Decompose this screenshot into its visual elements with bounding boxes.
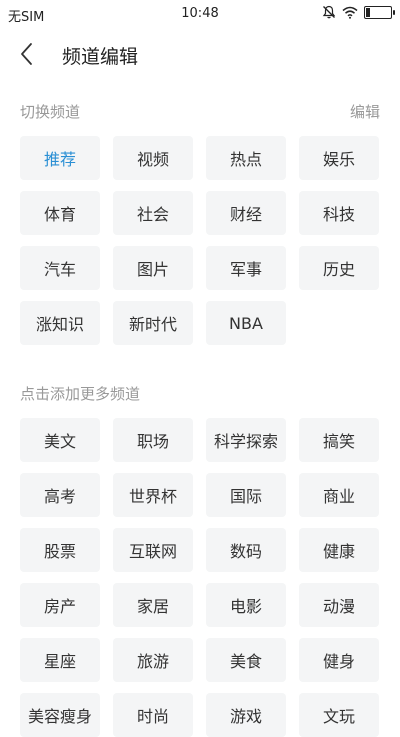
- my-channel-chip[interactable]: 历史: [299, 246, 379, 290]
- more-channel-chip[interactable]: 时尚: [113, 693, 193, 737]
- back-chevron-icon[interactable]: [14, 40, 42, 68]
- my-channel-chip-label: 军事: [229, 260, 262, 279]
- my-channels-header: 切换频道 编辑: [20, 101, 380, 122]
- edit-button[interactable]: 编辑: [350, 101, 380, 122]
- my-channel-chip[interactable]: 涨知识: [20, 301, 100, 345]
- my-channel-chip[interactable]: 财经: [206, 191, 286, 235]
- my-channel-chip[interactable]: 图片: [113, 246, 193, 290]
- more-channel-chip-label: 文玩: [322, 707, 355, 726]
- more-channel-chip-label: 时尚: [136, 707, 169, 726]
- more-channel-chip-label: 美食: [229, 652, 262, 671]
- my-channel-chip[interactable]: 汽车: [20, 246, 100, 290]
- more-channel-chip-label: 商业: [322, 487, 355, 506]
- more-channel-chip[interactable]: 数码: [206, 528, 286, 572]
- more-channel-chip-label: 电影: [229, 597, 262, 616]
- battery-icon: [364, 5, 395, 19]
- battery-level: [366, 7, 370, 17]
- more-channel-chip[interactable]: 互联网: [113, 528, 193, 572]
- more-channel-chip[interactable]: 科学探索: [206, 418, 286, 462]
- more-channel-chip[interactable]: 星座: [20, 638, 100, 682]
- more-channel-chip[interactable]: 动漫: [299, 583, 379, 627]
- more-channel-chip[interactable]: 股票: [20, 528, 100, 572]
- my-channel-chip-label: 社会: [136, 205, 169, 224]
- more-channel-chip-label: 旅游: [136, 652, 169, 671]
- more-channel-chip[interactable]: 房产: [20, 583, 100, 627]
- my-channel-chip-label: 历史: [322, 260, 355, 279]
- more-channel-chip[interactable]: 商业: [299, 473, 379, 517]
- more-channel-chip-label: 高考: [43, 487, 76, 506]
- more-channel-chip[interactable]: 旅游: [113, 638, 193, 682]
- more-channel-chip-label: 动漫: [322, 597, 355, 616]
- my-channel-chip-label: 汽车: [43, 260, 76, 279]
- more-channel-chip-label: 职场: [136, 432, 169, 451]
- my-channel-chip[interactable]: 体育: [20, 191, 100, 235]
- my-channels-title: 切换频道: [20, 103, 81, 121]
- my-channels-grid: 推荐 视频 热点 娱乐体育 社会 财经 科技汽车 图片 军事 历史涨知识 新时代 NBA: [20, 136, 380, 345]
- my-channel-chip[interactable]: 新时代: [113, 301, 193, 345]
- more-channel-chip[interactable]: 国际: [206, 473, 286, 517]
- my-channel-chip[interactable]: NBA: [206, 301, 286, 345]
- more-channels-header: 点击添加更多频道: [20, 383, 380, 404]
- my-channel-chip-label: 热点: [229, 150, 262, 169]
- my-channel-chip-label: 新时代: [128, 315, 177, 334]
- more-channel-chip[interactable]: 健身: [299, 638, 379, 682]
- status-bar: 无SIM 10:48: [0, 0, 400, 28]
- my-channel-chip[interactable]: 科技: [299, 191, 379, 235]
- more-channel-chip-label: 数码: [229, 542, 262, 561]
- more-channel-chip-label: 国际: [229, 487, 262, 506]
- my-channel-chip[interactable]: 娱乐: [299, 136, 379, 180]
- more-channel-chip-label: 星座: [43, 652, 76, 671]
- my-channel-chip-label: 推荐: [43, 150, 76, 169]
- more-channel-chip-label: 搞笑: [322, 432, 355, 451]
- more-channel-chip-label: 科学探索: [213, 432, 278, 451]
- more-channel-chip[interactable]: 家居: [113, 583, 193, 627]
- more-channel-chip-label: 世界杯: [128, 487, 177, 506]
- more-channel-chip[interactable]: 职场: [113, 418, 193, 462]
- more-channel-chip-label: 家居: [136, 597, 169, 616]
- page-title: 频道编辑: [62, 46, 139, 68]
- more-channel-chip[interactable]: 文玩: [299, 693, 379, 737]
- more-channel-chip-label: 健康: [322, 542, 355, 561]
- my-channel-chip[interactable]: 视频: [113, 136, 193, 180]
- my-channel-chip-label: 体育: [43, 205, 76, 224]
- my-channel-chip-label: 图片: [136, 260, 169, 279]
- my-channel-chip-label: 涨知识: [35, 315, 84, 334]
- my-channel-chip[interactable]: 推荐: [20, 136, 100, 180]
- more-channel-chip[interactable]: 美食: [206, 638, 286, 682]
- more-channel-chip-label: 美文: [43, 432, 76, 451]
- more-channel-chip[interactable]: 电影: [206, 583, 286, 627]
- header: 频道编辑: [0, 28, 400, 82]
- status-icons: [322, 5, 395, 19]
- more-channel-chip[interactable]: 游戏: [206, 693, 286, 737]
- my-channel-chip[interactable]: 热点: [206, 136, 286, 180]
- more-channel-chip[interactable]: 高考: [20, 473, 100, 517]
- more-channel-chip[interactable]: 搞笑: [299, 418, 379, 462]
- my-channel-chip[interactable]: 社会: [113, 191, 193, 235]
- more-channels-grid: 美文 职场 科学探索 搞笑高考 世界杯 国际 商业股票 互联网 数码 健康房产 家居 电影 动漫星座 旅游…: [20, 418, 380, 737]
- my-channel-chip-label: 视频: [136, 150, 169, 169]
- more-channels-title: 点击添加更多频道: [20, 385, 141, 403]
- wifi-icon: [342, 6, 358, 19]
- my-channel-chip-label: 娱乐: [322, 150, 355, 169]
- more-channel-chip[interactable]: 健康: [299, 528, 379, 572]
- more-channel-chip[interactable]: 美文: [20, 418, 100, 462]
- mute-bell-icon: [322, 5, 336, 19]
- more-channel-chip-label: 游戏: [229, 707, 262, 726]
- my-channel-chip[interactable]: 军事: [206, 246, 286, 290]
- more-channel-chip-label: 互联网: [128, 542, 177, 561]
- my-channel-chip-label: 财经: [229, 205, 262, 224]
- my-channel-chip-label: 科技: [322, 205, 355, 224]
- more-channel-chip-label: 房产: [43, 597, 76, 616]
- more-channel-chip-label: 健身: [322, 652, 355, 671]
- more-channel-chip-label: 美容瘦身: [27, 707, 92, 726]
- more-channel-chip[interactable]: 世界杯: [113, 473, 193, 517]
- more-channel-chip-label: 股票: [43, 542, 76, 561]
- more-channel-chip[interactable]: 美容瘦身: [20, 693, 100, 737]
- my-channel-chip-label: NBA: [229, 313, 263, 333]
